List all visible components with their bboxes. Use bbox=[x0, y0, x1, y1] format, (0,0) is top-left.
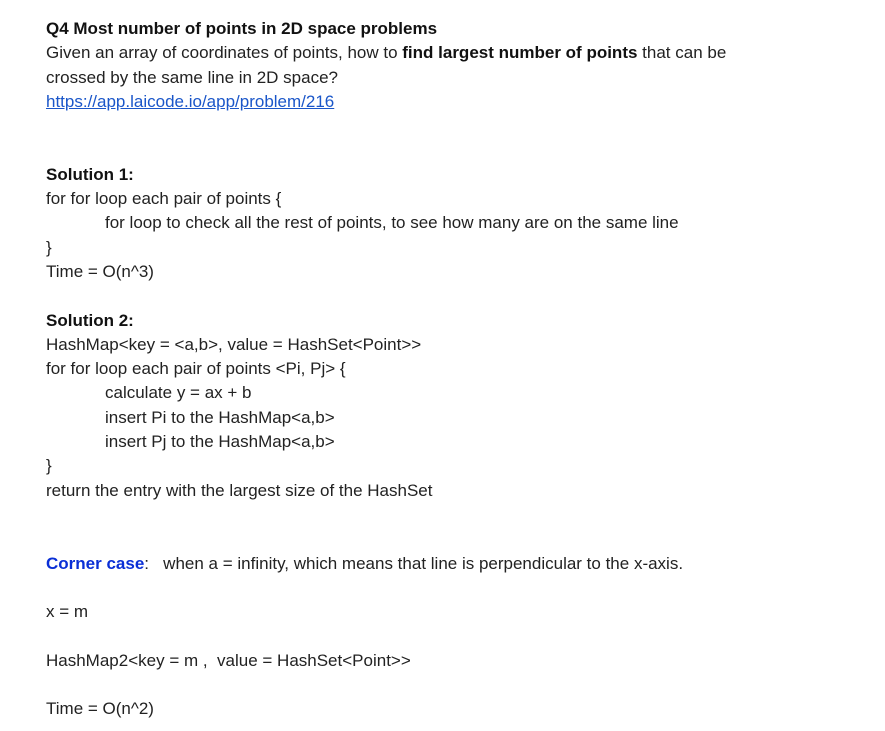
corner-case-label: Corner case bbox=[46, 553, 145, 573]
solution-2-line: return the entry with the largest size o… bbox=[46, 480, 433, 500]
solution-2-line: for for loop each pair of points <Pi, Pj… bbox=[46, 359, 346, 379]
solution-1-line: for loop to check all the rest of points… bbox=[105, 213, 679, 233]
description-bold-text: find largest number of points bbox=[402, 43, 638, 63]
solution-1-time: Time = O(n^3) bbox=[46, 261, 154, 281]
solution-1-heading: Solution 1: bbox=[46, 164, 134, 184]
solution-1-line: } bbox=[46, 237, 52, 257]
problem-description-line-2: crossed by the same line in 2D space? bbox=[46, 67, 338, 87]
corner-case-hashmap2: HashMap2<key = m , value = HashSet<Point… bbox=[46, 650, 411, 670]
description-text-end: that can be bbox=[637, 43, 727, 63]
problem-description-line-1: Given an array of coordinates of points,… bbox=[46, 41, 866, 65]
solution-1-line: for for loop each pair of points { bbox=[46, 189, 282, 209]
solution-2-line: calculate y = ax + b bbox=[105, 383, 252, 403]
problem-title: Q4 Most number of points in 2D space pro… bbox=[46, 19, 438, 38]
solution-2-line: insert Pj to the HashMap<a,b> bbox=[105, 432, 335, 452]
description-text: Given an array of coordinates of points,… bbox=[46, 43, 403, 63]
corner-case-line: Corner case: when a = infinity, which me… bbox=[46, 552, 866, 576]
solution-2-line: insert Pi to the HashMap<a,b> bbox=[105, 407, 335, 427]
solution-2-line: HashMap<key = <a,b>, value = HashSet<Poi… bbox=[46, 334, 422, 354]
corner-case-time: Time = O(n^2) bbox=[46, 699, 154, 719]
document-body: Q4 Most number of points in 2D space pro… bbox=[46, 17, 866, 722]
solution-2-line: } bbox=[46, 456, 52, 476]
problem-link[interactable]: https://app.laicode.io/app/problem/216 bbox=[46, 92, 334, 111]
solution-2-heading: Solution 2: bbox=[46, 310, 134, 330]
corner-case-x-equals: x = m bbox=[46, 602, 89, 622]
corner-case-text: when a = infinity, which means that line… bbox=[149, 553, 684, 573]
